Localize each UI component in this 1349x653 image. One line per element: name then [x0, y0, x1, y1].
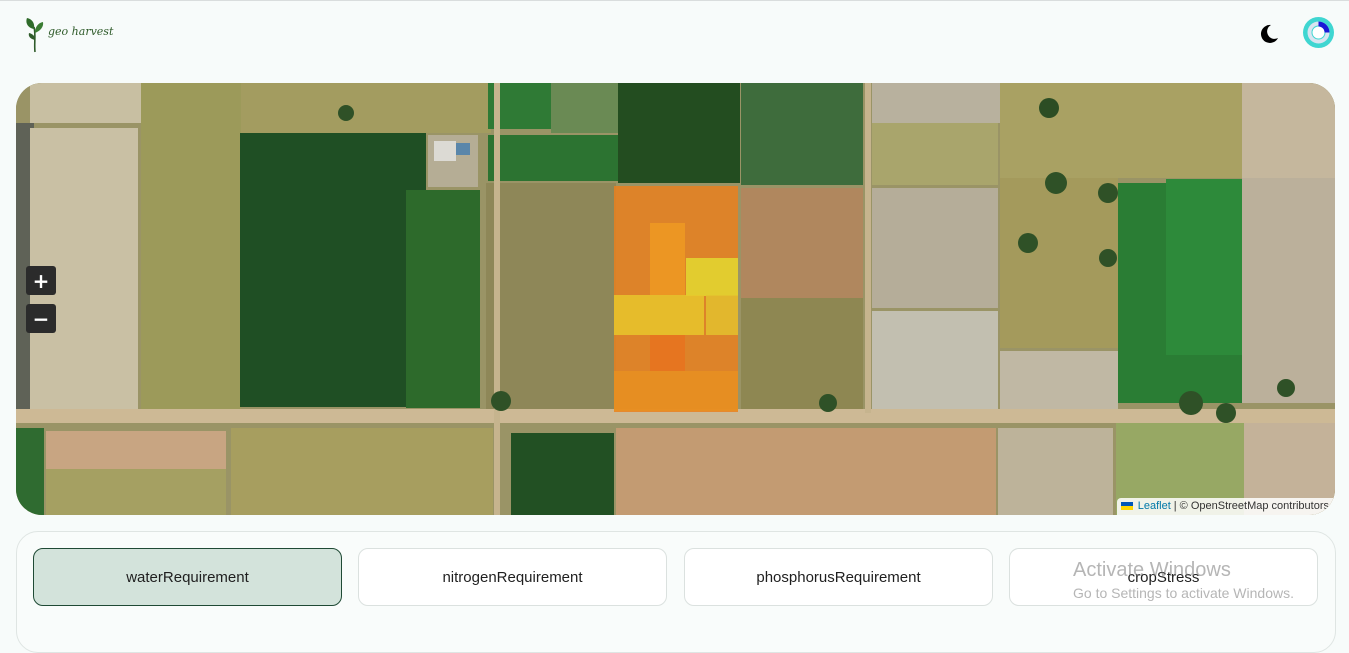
attribution-separator: |: [1173, 500, 1177, 512]
zoom-out-button[interactable]: −: [26, 304, 56, 333]
leaflet-link[interactable]: Leaflet: [1138, 500, 1171, 512]
tab-nitrogen-requirement[interactable]: nitrogenRequirement: [358, 548, 667, 606]
tab-phosphorus-requirement[interactable]: phosphorusRequirement: [684, 548, 993, 606]
metric-tab-panel: waterRequirement nitrogenRequirement pho…: [16, 531, 1336, 653]
app-logo[interactable]: geo harvest: [24, 15, 113, 55]
satellite-map[interactable]: + − Leaflet | © OpenStreetMap contributo…: [16, 83, 1335, 515]
tab-water-requirement[interactable]: waterRequirement: [33, 548, 342, 606]
sprout-icon: [26, 18, 44, 53]
zoom-in-button[interactable]: +: [26, 266, 56, 295]
profile-loader-icon: [1303, 17, 1334, 48]
map-attribution: Leaflet | © OpenStreetMap contributors: [1116, 498, 1335, 515]
map-tiles: [16, 83, 1335, 515]
tab-crop-stress[interactable]: cropStress: [1009, 548, 1318, 606]
ukraine-flag-icon: [1120, 502, 1133, 510]
logo-text: geo harvest: [48, 25, 114, 38]
moon-icon: [1260, 24, 1278, 43]
theme-toggle-button[interactable]: [1255, 21, 1281, 47]
osm-attribution[interactable]: © OpenStreetMap contributors: [1180, 500, 1329, 512]
user-avatar[interactable]: [1303, 17, 1334, 48]
heatmap-overlay: [614, 186, 738, 412]
